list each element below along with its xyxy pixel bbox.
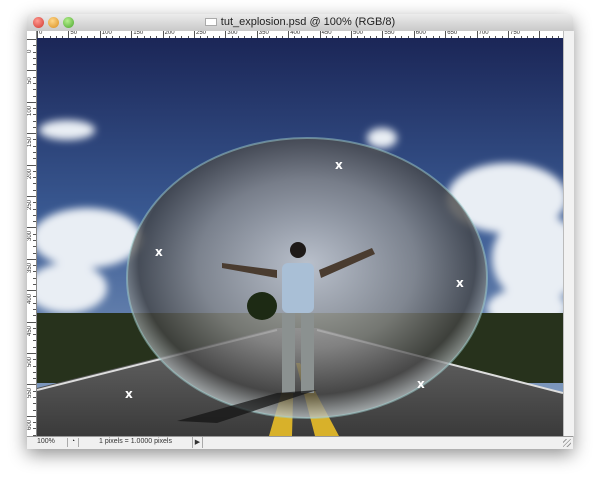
resize-grip[interactable] [563,439,571,447]
tree [247,292,277,320]
ruler-label: 550 [27,388,33,399]
ruler-label: 50 [70,31,78,36]
ruler-label: 100 [27,105,33,116]
ruler-label: 150 [133,31,144,36]
ruler-label: 700 [478,31,489,36]
ruler-label: 0 [39,31,43,36]
image-canvas[interactable]: x x x x x [37,38,563,436]
ruler-label: 100 [101,31,112,36]
document-window: tut_explosion.psd @ 100% (RGB/8) 0 50 100 1… [27,14,574,449]
marker-x: x [155,245,163,259]
marker-x: x [417,377,425,391]
ruler-label: 300 [227,31,238,36]
ruler-label: 450 [321,31,332,36]
document-icon [204,18,217,27]
status-options-icon[interactable]: ◔ [67,438,79,447]
ruler-label: 350 [27,262,33,273]
ruler-label: 50 [27,77,33,85]
marker-x: x [335,158,343,172]
photo: x x x x x [37,38,563,436]
window-title-text: tut_explosion.psd @ 100% (RGB/8) [220,16,396,28]
vertical-ruler[interactable]: 0 50 100 150 200 250 300 350 400 450 500 550 600 [27,39,37,436]
status-bar: 100% ◔ 1 pixels = 1.0000 pixels ▶ [27,436,573,449]
ruler-label: 350 [258,31,269,36]
window-title: tut_explosion.psd @ 100% (RGB/8) [27,16,573,28]
ruler-label: 600 [415,31,426,36]
ruler-label: 450 [27,325,33,336]
ruler-label: 200 [27,168,33,179]
title-bar[interactable]: tut_explosion.psd @ 100% (RGB/8) [27,14,573,32]
ruler-label: 200 [164,31,175,36]
ruler-label: 0 [27,49,33,53]
ruler-label: 300 [27,231,33,242]
ruler-label: 250 [196,31,207,36]
ruler-label: 550 [384,31,395,36]
marker-x: x [456,276,464,290]
triangle-right-icon[interactable]: ▶ [192,437,203,448]
ruler-label: 500 [353,31,364,36]
ruler-label: 650 [447,31,458,36]
ruler-label: 400 [27,294,33,305]
ruler-label: 400 [290,31,301,36]
ruler-label: 250 [27,199,33,210]
marker-x: x [125,387,133,401]
ruler-label: 750 [510,31,521,36]
status-info: 1 pixels = 1.0000 pixels [99,438,172,445]
ruler-label: 150 [27,137,33,148]
vertical-scrollbar[interactable] [563,31,574,436]
ruler-label: 500 [27,356,33,367]
ruler-label: 600 [27,419,33,430]
zoom-level[interactable]: 100% [37,438,55,445]
